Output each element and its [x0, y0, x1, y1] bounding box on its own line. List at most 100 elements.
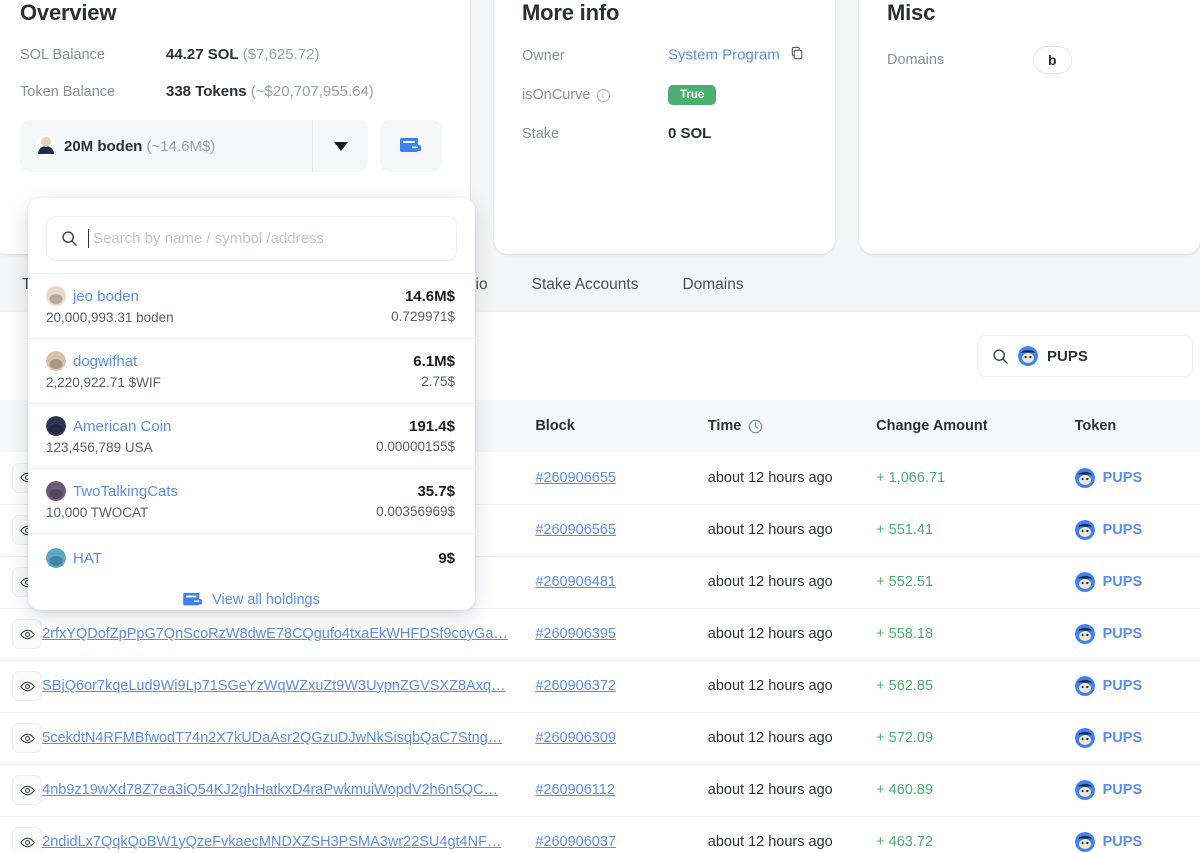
text-cursor	[88, 229, 89, 248]
domain-pill[interactable]: b	[1033, 46, 1072, 74]
misc-card: Misc Domains b	[859, 0, 1200, 254]
signature-link[interactable]: 2ndidLx7QqkQoBW1yQzeFvkaecMNDXZSH3PSMA3w…	[42, 834, 512, 850]
selected-token-amount: 20M boden	[64, 137, 143, 155]
block-link[interactable]: #260906395	[535, 626, 616, 642]
dropdown-search-box[interactable]: Search by name / symbol /address	[46, 216, 457, 261]
toggle-visibility-button[interactable]	[12, 671, 42, 701]
pups-avatar-icon	[1074, 467, 1095, 488]
dropdown-token-list: jeo boden 20,000,993.31 boden 14.6M$ 0.7299…	[28, 273, 475, 582]
tab-domains[interactable]: Domains	[682, 276, 743, 294]
row-time-cell: about 12 hours ago	[707, 782, 833, 798]
row-block-cell: #260906037	[535, 816, 707, 853]
row-block-cell: #260906309	[535, 712, 707, 764]
block-link[interactable]: #260906309	[535, 730, 616, 746]
view-all-holdings-label: View all holdings	[212, 592, 320, 608]
dropdown-token-item[interactable]: TwoTalkingCats 10,000 TWOCAT 35.7$ 0.003569…	[28, 468, 475, 533]
dropdown-item-name-row: TwoTalkingCats	[46, 481, 376, 501]
row-amount-cell: + 558.18	[876, 626, 934, 642]
dropdown-token-item[interactable]: HAT 9$	[28, 533, 475, 582]
dropdown-item-left: dogwifhat 2,220,922.71 $WIF	[46, 351, 413, 390]
block-link[interactable]: #260906565	[535, 522, 616, 538]
token-chip[interactable]: PUPS	[1074, 572, 1200, 592]
token-chip[interactable]: PUPS	[1074, 467, 1200, 488]
dropdown-item-right: 191.4$ 0.00000155$	[376, 418, 455, 454]
signature-link[interactable]: 5cekdtN4RFMBfwodT74n2X7kUDaAsr2QGzuDJwNk…	[42, 730, 512, 746]
signature-link[interactable]: 4nb9z19wXd78Z7ea3iQ54KJ2ghHatkxD4raPwkmu…	[42, 782, 512, 798]
dropdown-item-price: 2.75$	[421, 373, 455, 389]
block-link[interactable]: #260906037	[535, 834, 616, 850]
view-all-holdings-button[interactable]: View all holdings	[28, 582, 475, 610]
is-on-curve-value: True	[668, 85, 717, 105]
toggle-visibility-button[interactable]	[12, 827, 42, 853]
block-link[interactable]: #260906481	[535, 574, 616, 590]
domains-row: Domains b	[887, 46, 1172, 74]
signature-link[interactable]: 2rfxYQDofZpPpG7QnScoRzW8dwE78CQgufo4txaE…	[42, 626, 512, 642]
block-link[interactable]: #260906655	[535, 470, 616, 486]
dropdown-search-wrap: Search by name / symbol /address	[28, 198, 475, 273]
dropdown-item-name: American Coin	[73, 417, 172, 435]
dropdown-item-name: dogwifhat	[73, 352, 138, 370]
eye-icon	[19, 785, 35, 795]
token-chip[interactable]: PUPS	[1074, 520, 1200, 540]
row-block-cell: #260906372	[535, 660, 707, 712]
row-block-cell: #260906112	[535, 764, 707, 816]
row-token-cell: PUPS	[1074, 816, 1200, 853]
dropdown-token-item[interactable]: dogwifhat 2,220,922.71 $WIF 6.1M$ 2.75$	[28, 338, 475, 403]
token-selector-caret[interactable]	[312, 120, 368, 172]
dropdown-token-item[interactable]: American Coin 123,456,789 USA 191.4$ 0.0000…	[28, 403, 475, 468]
row-time-cell: about 12 hours ago	[707, 626, 833, 642]
dropdown-item-usd: 35.7$	[417, 482, 455, 500]
block-link[interactable]: #260906372	[535, 678, 616, 694]
info-icon[interactable]: i	[596, 88, 610, 102]
toggle-visibility-button[interactable]	[12, 775, 42, 805]
tab-stake-accounts[interactable]: Stake Accounts	[532, 276, 639, 294]
toggle-visibility-button[interactable]	[12, 619, 42, 649]
sol-balance-value: 44.27 SOL ($7,625.72)	[166, 46, 319, 63]
pups-avatar-icon	[1074, 572, 1095, 592]
row-block-cell: #260906565	[535, 504, 707, 556]
token-chip[interactable]: PUPS	[1074, 676, 1200, 696]
row-block-cell: #260906395	[535, 608, 707, 660]
dropdown-token-item[interactable]: jeo boden 20,000,993.31 boden 14.6M$ 0.7299…	[28, 273, 475, 338]
token-filter-input[interactable]: PUPS	[977, 335, 1193, 377]
sol-balance-usd: ($7,625.72)	[242, 46, 320, 63]
token-selector[interactable]: 20M boden (~14.6M$)	[20, 120, 368, 172]
stake-value: 0 SOL	[668, 125, 711, 142]
token-chip[interactable]: PUPS	[1074, 728, 1200, 748]
token-dropdown: Search by name / symbol /address jeo bod…	[28, 198, 475, 610]
owner-link[interactable]: System Program	[668, 46, 780, 63]
dropdown-item-usd: 9$	[438, 549, 455, 567]
token-chip[interactable]: PUPS	[1074, 780, 1200, 800]
row-time-cell: about 12 hours ago	[707, 730, 833, 746]
row-eye-cell	[0, 660, 42, 712]
boden-avatar-icon	[36, 134, 56, 158]
col-time: Time	[708, 400, 876, 452]
toggle-visibility-button[interactable]	[12, 723, 42, 753]
token-name: PUPS	[1102, 469, 1143, 486]
dropdown-item-right: 35.7$ 0.00356969$	[376, 483, 455, 519]
row-time-cell: about 12 hours ago	[707, 574, 833, 590]
dropdown-item-left: HAT	[46, 548, 438, 568]
copy-icon[interactable]	[790, 46, 805, 65]
dropdown-item-price: 0.00356969$	[376, 503, 455, 519]
dropdown-item-left: jeo boden 20,000,993.31 boden	[46, 286, 391, 325]
row-token-cell: PUPS	[1074, 504, 1200, 556]
pups-avatar-icon	[1074, 520, 1095, 540]
dropdown-search-placeholder: Search by name / symbol /address	[93, 230, 324, 247]
row-time-cell: about 12 hours ago	[707, 522, 833, 538]
dropdown-item-name-row: jeo boden	[46, 286, 391, 306]
token-chip[interactable]: PUPS	[1074, 832, 1200, 852]
row-signature-cell: 4nb9z19wXd78Z7ea3iQ54KJ2ghHatkxD4raPwkmu…	[42, 764, 535, 816]
wallet-button[interactable]	[380, 120, 442, 172]
col-time-inner: Time	[708, 418, 876, 434]
token-selector-text: 20M boden (~14.6M$)	[64, 138, 312, 155]
dropdown-item-right: 14.6M$ 0.729971$	[391, 288, 455, 324]
signature-link[interactable]: SBjQ6or7kqeLud9Wi9Lp71SGeYzWqWZxuZt9W3Uy…	[42, 678, 512, 694]
owner-label: Owner	[522, 47, 565, 64]
token-name: PUPS	[1102, 834, 1143, 850]
dropdown-item-amount: 20,000,993.31 boden	[46, 310, 174, 325]
eye-icon	[19, 681, 35, 691]
token-chip[interactable]: PUPS	[1074, 624, 1200, 644]
block-link[interactable]: #260906112	[535, 782, 615, 798]
col-block: Block	[535, 418, 575, 434]
